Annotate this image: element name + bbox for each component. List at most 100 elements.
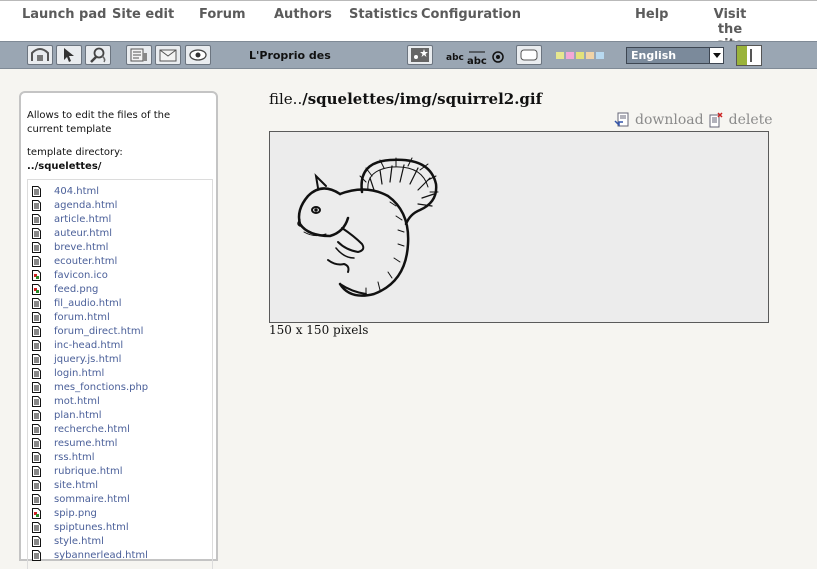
file-list-item[interactable]: forum.html	[32, 310, 110, 324]
download-link[interactable]: download	[614, 112, 704, 128]
file-list-item[interactable]: recherche.html	[32, 422, 130, 436]
display-toggle-button[interactable]	[516, 45, 542, 65]
nav-statistics[interactable]: Statistics	[349, 7, 418, 22]
file-name: sybannerlead.html	[54, 549, 148, 561]
file-list-item[interactable]: spip.png	[32, 506, 97, 520]
document-icon	[32, 381, 47, 393]
file-list-item[interactable]: 404.html	[32, 184, 99, 198]
fonts-icon: abc abc	[446, 51, 504, 67]
file-list-item[interactable]: mes_fonctions.php	[32, 380, 148, 394]
nav-help[interactable]: Help	[635, 7, 668, 22]
file-name: rss.html	[54, 451, 95, 463]
file-name: mes_fonctions.php	[54, 381, 149, 393]
file-list-item[interactable]: breve.html	[32, 240, 108, 254]
file-name: feed.png	[54, 283, 99, 295]
cursor-icon	[64, 48, 74, 62]
file-name: article.html	[54, 213, 112, 225]
document-icon	[32, 185, 47, 197]
file-name: auteur.html	[54, 227, 113, 239]
select-button[interactable]	[56, 45, 82, 65]
file-name: spiptunes.html	[54, 521, 129, 533]
nav-forum[interactable]: Forum	[199, 7, 246, 22]
interface-toggle-icon	[736, 45, 762, 66]
color-palette[interactable]	[556, 42, 606, 70]
file-list-item[interactable]: article.html	[32, 212, 111, 226]
file-list-item[interactable]: sybannerlead.html	[32, 548, 148, 562]
top-navigation: Launch pad Site edit Forum Authors Stati…	[0, 0, 817, 52]
document-icon	[32, 395, 47, 407]
file-list-item[interactable]: mot.html	[32, 394, 100, 408]
color-swatch[interactable]	[576, 52, 584, 59]
svg-text:abc: abc	[446, 53, 464, 63]
file-title-path: /squelettes/img/squirrel2.gif	[302, 90, 543, 108]
file-list-item[interactable]: fil_audio.html	[32, 296, 122, 310]
file-name: resume.html	[54, 437, 118, 449]
messages-button[interactable]	[155, 45, 181, 65]
document-icon	[32, 549, 47, 561]
file-list-item[interactable]: style.html	[32, 534, 104, 548]
file-name: 404.html	[54, 185, 100, 197]
color-swatch[interactable]	[566, 52, 574, 59]
file-list-item[interactable]: plan.html	[32, 408, 102, 422]
articles-button[interactable]	[126, 45, 152, 65]
file-name: agenda.html	[54, 199, 118, 211]
svg-text:abc: abc	[467, 56, 487, 66]
document-icon	[32, 479, 47, 491]
file-list-item[interactable]: rubrique.html	[32, 464, 122, 478]
file-name: sommaire.html	[54, 493, 130, 505]
color-swatch[interactable]	[596, 52, 604, 59]
document-icon	[32, 493, 47, 505]
file-list-item[interactable]: rss.html	[32, 450, 95, 464]
file-list-item[interactable]: site.html	[32, 478, 98, 492]
file-list-item[interactable]: jquery.js.html	[32, 352, 121, 366]
nav-configuration[interactable]: Configuration	[421, 7, 521, 22]
home-button[interactable]	[27, 45, 53, 65]
search-button[interactable]	[85, 45, 111, 65]
document-icon	[32, 465, 47, 477]
toggle-icon	[520, 49, 538, 61]
preview-button[interactable]	[185, 45, 211, 65]
file-name: spip.png	[54, 507, 97, 519]
color-swatch[interactable]	[586, 52, 594, 59]
nav-authors[interactable]: Authors	[274, 7, 332, 22]
file-list-item[interactable]: inc-head.html	[32, 338, 123, 352]
document-icon	[32, 241, 47, 253]
document-icon	[32, 339, 47, 351]
file-list-item[interactable]: feed.png	[32, 282, 98, 296]
file-list-item[interactable]: sommaire.html	[32, 492, 130, 506]
image-file-icon	[32, 507, 47, 519]
interface-toggle-button[interactable]	[736, 45, 762, 66]
nav-launch-pad[interactable]: Launch pad	[22, 7, 106, 22]
file-list-item[interactable]: spiptunes.html	[32, 520, 129, 534]
file-list-item[interactable]: favicon.ico	[32, 268, 108, 282]
document-icon	[32, 227, 47, 239]
file-list-item[interactable]: resume.html	[32, 436, 117, 450]
image-dimensions: 150 x 150 pixels	[269, 323, 369, 337]
file-list-item[interactable]: auteur.html	[32, 226, 112, 240]
document-icon	[32, 535, 47, 547]
toolbar: L'Proprio des abc abc English	[0, 41, 817, 69]
file-name: style.html	[54, 535, 104, 547]
document-icon	[32, 437, 47, 449]
image-display-button[interactable]	[407, 45, 433, 65]
file-list-item[interactable]: ecouter.html	[32, 254, 117, 268]
nav-site-edit[interactable]: Site edit	[112, 7, 174, 22]
eye-icon	[189, 49, 207, 61]
file-list-item[interactable]: login.html	[32, 366, 104, 380]
font-size-control[interactable]: abc abc	[445, 46, 507, 67]
template-sidebar: Allows to edit the files of the current …	[19, 91, 218, 569]
delete-link[interactable]: delete	[708, 112, 773, 128]
file-list-item[interactable]: agenda.html	[32, 198, 117, 212]
file-name: forum_direct.html	[54, 325, 144, 337]
file-list-item[interactable]: forum_direct.html	[32, 324, 143, 338]
document-icon	[32, 423, 47, 435]
language-select[interactable]: English	[626, 47, 724, 64]
home-icon	[31, 48, 49, 61]
file-name: login.html	[54, 367, 105, 379]
page-title: file../squelettes/img/squirrel2.gif	[269, 90, 542, 108]
file-name: site.html	[54, 479, 99, 491]
document-icon	[32, 325, 47, 337]
site-name: L'Proprio des	[249, 49, 331, 62]
color-swatch[interactable]	[556, 52, 564, 59]
squirrel-image	[297, 157, 439, 297]
